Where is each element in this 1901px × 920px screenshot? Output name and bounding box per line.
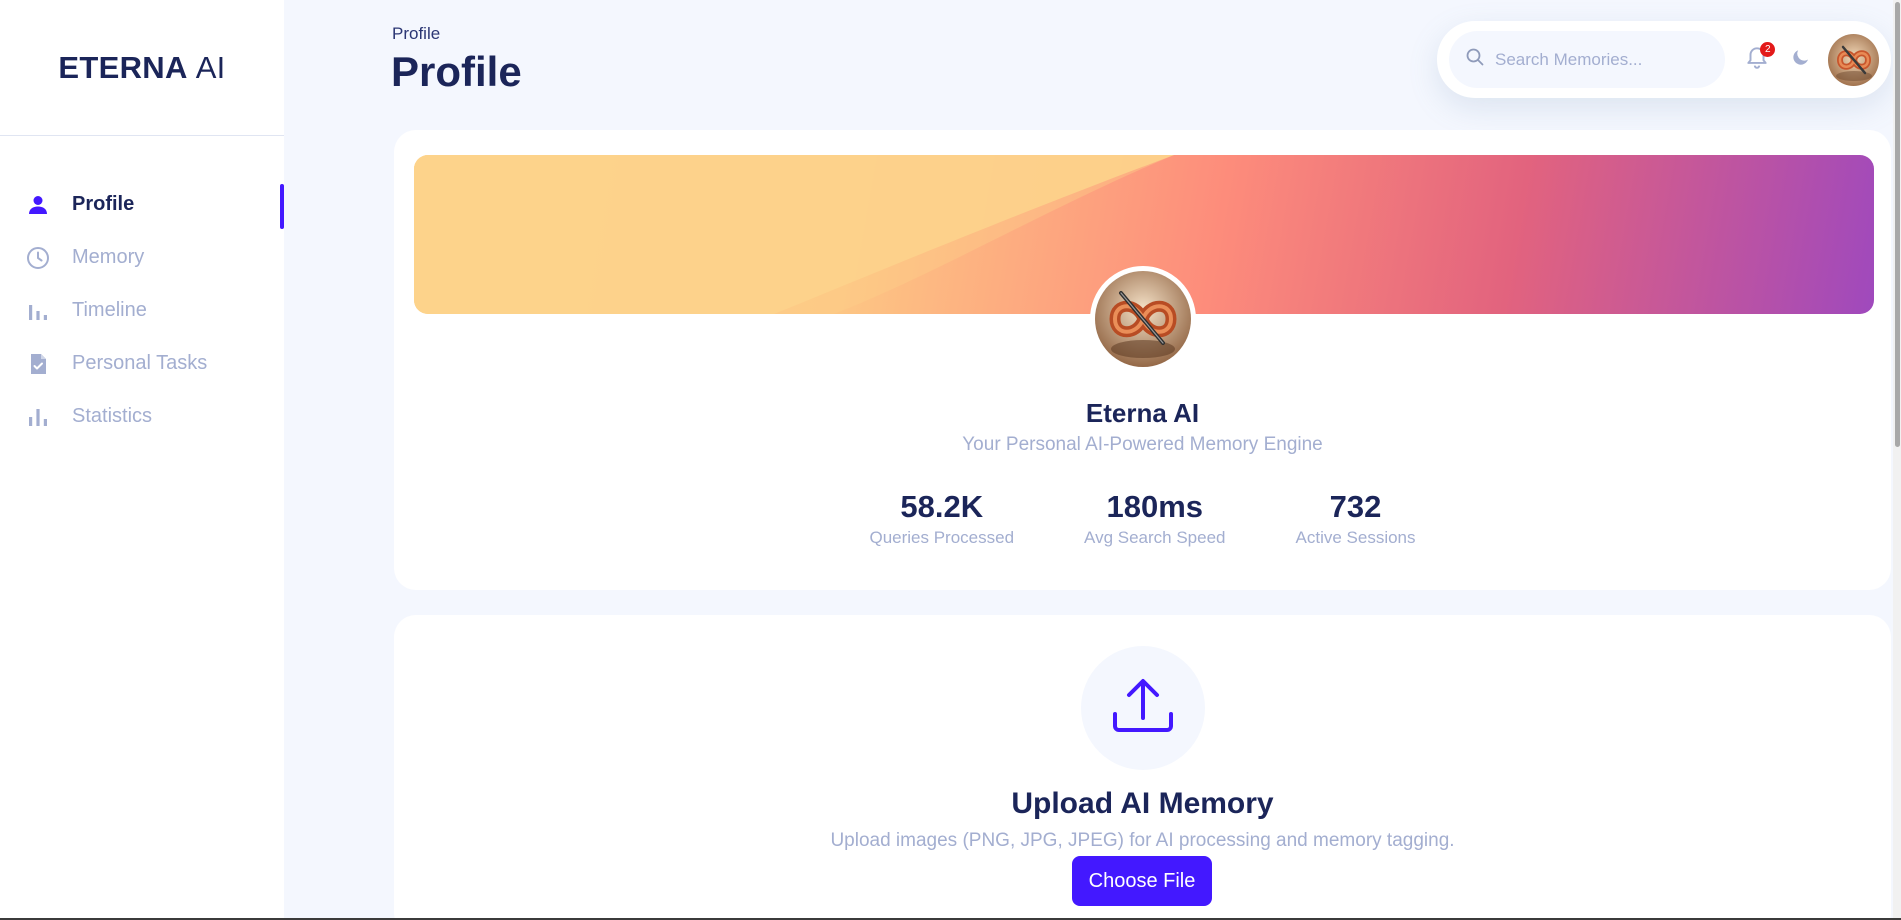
upload-description: Upload images (PNG, JPG, JPEG) for AI pr…	[830, 830, 1455, 851]
upload-icon	[1110, 676, 1176, 741]
upload-card: Upload AI Memory Upload images (PNG, JPG…	[394, 615, 1891, 920]
stat-label: Active Sessions	[1295, 528, 1416, 548]
stat-label: Avg Search Speed	[1084, 528, 1226, 548]
clock-icon	[24, 244, 52, 272]
profile-tagline: Your Personal AI-Powered Memory Engine	[962, 434, 1323, 455]
search-box[interactable]	[1449, 31, 1725, 88]
sidebar-item-label: Memory	[72, 246, 145, 268]
moon-icon	[1791, 47, 1811, 72]
profile-stats: 58.2K Queries Processed 180ms Avg Search…	[394, 489, 1891, 548]
search-input[interactable]	[1495, 49, 1715, 70]
top-toolbar: 2	[1437, 21, 1891, 98]
brand-name-light: AI	[195, 49, 226, 85]
search-icon	[1465, 47, 1495, 72]
avatar[interactable]	[1827, 33, 1879, 86]
sidebar-item-label: Profile	[72, 193, 135, 215]
person-icon	[24, 191, 52, 219]
stat-value: 180ms	[1106, 489, 1204, 524]
stat-active-sessions: 732 Active Sessions	[1295, 489, 1416, 548]
dark-mode-toggle[interactable]	[1788, 47, 1814, 73]
sidebar-item-label: Personal Tasks	[72, 352, 208, 374]
sidebar-item-personal-tasks[interactable]: Personal Tasks	[0, 337, 284, 390]
stat-queries-processed: 58.2K Queries Processed	[869, 489, 1015, 548]
stat-label: Queries Processed	[869, 528, 1015, 548]
profile-name: Eterna AI	[1085, 398, 1200, 428]
sidebar-nav: Profile Memory Timeline Personal Tasks S…	[0, 136, 284, 443]
statistics-icon	[24, 403, 52, 431]
sidebar-item-timeline[interactable]: Timeline	[0, 284, 284, 337]
upload-icon-container[interactable]	[1081, 646, 1205, 770]
sidebar-item-memory[interactable]: Memory	[0, 231, 284, 284]
sidebar-item-label: Statistics	[72, 405, 153, 427]
profile-avatar[interactable]	[1090, 266, 1196, 372]
choose-file-button[interactable]: Choose File	[1072, 856, 1212, 906]
scrollbar[interactable]	[1893, 0, 1901, 920]
stat-avg-search-speed: 180ms Avg Search Speed	[1084, 489, 1226, 548]
notifications-button[interactable]: 2	[1743, 41, 1776, 75]
profile-card: Eterna AI Your Personal AI-Powered Memor…	[394, 130, 1891, 590]
brand-name-bold: ETERNA	[58, 49, 188, 85]
scrollbar-thumb[interactable]	[1895, 2, 1900, 447]
notification-badge: 2	[1760, 41, 1776, 57]
upload-title: Upload AI Memory	[1011, 787, 1274, 820]
sidebar-item-statistics[interactable]: Statistics	[0, 390, 284, 443]
brand-logo[interactable]: ETERNA AI	[0, 0, 284, 136]
bar-chart-icon	[24, 297, 52, 325]
sidebar-item-profile[interactable]: Profile	[0, 178, 284, 231]
stat-value: 732	[1329, 489, 1382, 524]
page-title: Profile	[391, 48, 522, 95]
stat-value: 58.2K	[900, 489, 984, 524]
sidebar-item-label: Timeline	[72, 299, 147, 321]
sidebar: ETERNA AI Profile Memory Timeline Person…	[0, 0, 284, 920]
breadcrumb[interactable]: Profile	[392, 24, 440, 44]
task-document-icon	[24, 350, 52, 378]
